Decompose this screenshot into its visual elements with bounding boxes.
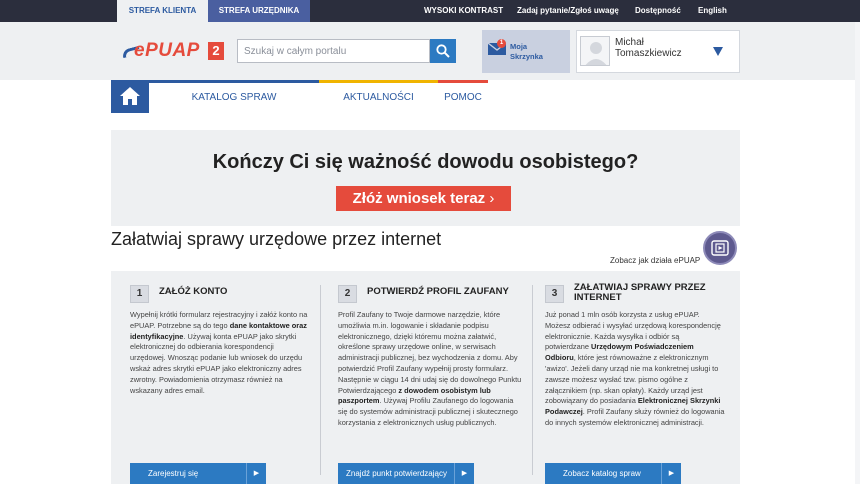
inbox-count-badge: 1 [497,39,506,48]
divider [532,285,533,475]
chevron-right-icon: › [489,190,495,207]
chevron-down-icon[interactable] [713,47,723,56]
high-contrast-link[interactable]: WYSOKI KONTRAST [424,0,503,22]
nav-katalog-spraw[interactable]: KATALOG SPRAW [149,80,319,113]
play-arrow-icon: ▶ [661,463,681,484]
user-name: Michał Tomaszkiewicz [615,37,682,59]
step-handle-online: 3 ZAŁATWIAJ SPRAWY PRZEZ INTERNET Już po… [545,271,725,484]
step-create-account: 1 ZAŁÓŻ KONTO Wypełnij krótki formularz … [130,271,310,484]
avatar [580,36,610,66]
scrollbar-track[interactable] [855,22,860,484]
search-button[interactable] [430,39,456,63]
nav-aktualnosci[interactable]: AKTUALNOŚCI [319,80,438,113]
ask-question-link[interactable]: Zadaj pytanie/Zgłoś uwagę [517,0,619,22]
step-number: 2 [338,285,357,303]
step-title: ZAŁÓŻ KONTO [159,286,228,297]
step-number: 1 [130,285,149,303]
epuap-logo[interactable]: ePUAP 2 [121,40,224,61]
logo-badge: 2 [208,42,224,60]
search-input[interactable] [237,39,430,63]
main-nav: KATALOG SPRAW AKTUALNOŚCI POMOC [111,80,740,113]
user-silhouette-icon [585,42,607,65]
view-catalog-button[interactable]: Zobacz katalog spraw ▶ [545,463,681,484]
header: ePUAP 2 1 Moja Skrzynka Michał Tomaszkie… [0,22,860,80]
step-title: POTWIERDŹ PROFIL ZAUFANY [367,286,509,297]
play-arrow-icon: ▶ [246,463,266,484]
video-icon[interactable] [703,231,737,265]
submit-application-button[interactable]: Złóż wniosek teraz › [336,186,511,211]
divider [320,285,321,475]
home-icon [120,87,140,105]
find-point-button-label: Znajdź punkt potwierdzający [346,469,447,478]
how-it-works-link[interactable]: Zobacz jak działa ePUAP [610,256,700,265]
film-icon [711,240,729,256]
top-bar: STREFA KLIENTA STREFA URZĘDNIKA WYSOKI K… [0,0,860,22]
banner-button-label: Złóż wniosek teraz [352,190,486,207]
view-catalog-button-label: Zobacz katalog spraw [563,469,641,478]
step-number: 3 [545,285,564,303]
logo-text: ePUAP [134,40,200,61]
steps-panel: 1 ZAŁÓŻ KONTO Wypełnij krótki formularz … [111,271,740,484]
accessibility-link[interactable]: Dostępność [635,0,681,22]
register-button[interactable]: Zarejestruj się ▶ [130,463,266,484]
play-arrow-icon: ▶ [454,463,474,484]
tab-strefa-urzednika[interactable]: STREFA URZĘDNIKA [208,0,310,22]
step-trusted-profile: 2 POTWIERDŹ PROFIL ZAUFANY Profil Zaufan… [338,271,522,484]
inbox-label: Moja Skrzynka [510,42,543,61]
step-description: Profil Zaufany to Twoje darmowe narzędzi… [338,310,522,427]
search-icon [436,44,450,58]
promo-banner: Kończy Ci się ważność dowodu osobistego?… [111,130,740,226]
my-inbox-button[interactable]: 1 Moja Skrzynka [482,30,570,73]
english-link[interactable]: English [698,0,727,22]
section-title: Załatwiaj sprawy urzędowe przez internet [111,229,442,249]
nav-pomoc[interactable]: POMOC [438,80,488,113]
step-description: Wypełnij krótki formularz rejestracyjny … [130,310,308,395]
step-description: Już ponad 1 mln osób korzysta z usług eP… [545,310,725,427]
banner-title: Kończy Ci się ważność dowodu osobistego? [212,151,639,173]
tab-strefa-klienta[interactable]: STREFA KLIENTA [117,0,208,22]
register-button-label: Zarejestruj się [148,469,199,478]
step-title: ZAŁATWIAJ SPRAWY PRZEZ INTERNET [574,282,706,303]
user-menu[interactable]: Michał Tomaszkiewicz [576,30,740,73]
home-button[interactable] [111,80,149,113]
find-confirmation-point-button[interactable]: Znajdź punkt potwierdzający ▶ [338,463,474,484]
